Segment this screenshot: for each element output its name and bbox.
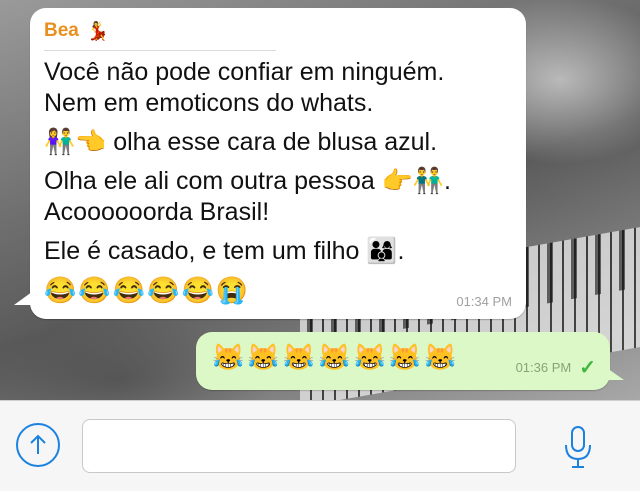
sender-header: Bea 💃 [44, 16, 512, 46]
sender-divider [44, 50, 276, 51]
upload-button[interactable] [16, 423, 60, 467]
bubble-tail [14, 289, 36, 305]
message-line: Ele é casado, e tem um filho 👨‍👩‍👦. [44, 237, 405, 265]
message-meta: 01:36 PM ✓ [516, 355, 596, 380]
message-line: 👫👈 olha esse cara de blusa azul. [44, 128, 438, 156]
bubble-tail [604, 366, 624, 380]
sender-emoji: 💃 [86, 20, 110, 41]
check-icon: ✓ [579, 357, 596, 379]
message-line: Nem em emoticons do whats. [44, 89, 374, 117]
input-bar [0, 400, 640, 491]
outgoing-message-bubble[interactable]: 😹😹😹😹😹😹😹 01:36 PM ✓ [196, 332, 624, 390]
microphone-icon [565, 426, 591, 468]
upload-arrow-icon [30, 434, 46, 454]
message-timestamp: 01:34 PM [456, 294, 512, 309]
sender-name: Bea [44, 20, 79, 41]
microphone-button[interactable] [560, 423, 596, 471]
message-timestamp: 01:36 PM [515, 360, 572, 375]
message-line: Acoooooorda Brasil! [44, 198, 270, 226]
message-line: Você não pode confiar em ninguém. [44, 58, 445, 86]
message-emoji-row: 😂😂😂😂😂😭 [44, 275, 251, 305]
message-input[interactable] [82, 419, 516, 473]
incoming-message-bubble[interactable]: Bea 💃 Você não pode confiar em ninguém. … [14, 8, 526, 319]
message-line: Olha ele ali com outra pessoa 👉👬. [44, 167, 451, 195]
